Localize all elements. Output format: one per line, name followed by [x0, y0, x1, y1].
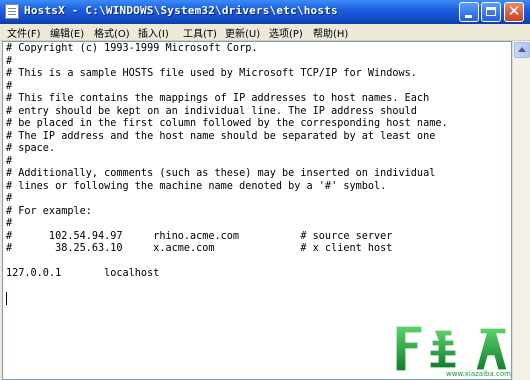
text-line: #: [6, 155, 13, 167]
notepad-icon: [5, 4, 19, 19]
scroll-up-arrow-icon[interactable]: [514, 42, 530, 58]
text-line: # Copyright (c) 1993-1999 Microsoft Corp…: [6, 43, 258, 54]
text-line: # lines or following the machine name de…: [6, 180, 387, 192]
app-window: HostsX - C:\WINDOWS\System32\drivers\etc…: [0, 0, 530, 380]
menu-update[interactable]: 更新(U): [225, 25, 260, 40]
text-caret: [6, 292, 7, 305]
close-button[interactable]: ✕: [504, 2, 524, 22]
minimize-button[interactable]: [459, 2, 479, 22]
text-line: #: [6, 55, 13, 67]
text-line: # 102.54.94.97 rhino.acme.com # source s…: [6, 230, 393, 242]
text-line: # be placed in the first column followed…: [6, 118, 448, 129]
maximize-button[interactable]: [481, 2, 501, 22]
close-icon: ✕: [507, 2, 521, 20]
window-title: HostsX - C:\WINDOWS\System32\drivers\etc…: [24, 4, 338, 17]
text-line: # Additionally, comments (such as these)…: [6, 168, 436, 179]
menu-file[interactable]: 文件(F): [7, 25, 41, 40]
text-line: # entry should be kept on an individual …: [6, 105, 417, 117]
menu-help[interactable]: 帮助(H): [313, 25, 348, 40]
text-line: #: [6, 80, 13, 92]
text-line: 127.0.0.1 localhost: [6, 268, 160, 279]
text-line: # This file contains the mappings of IP …: [6, 93, 430, 104]
menu-format[interactable]: 格式(O): [94, 25, 130, 40]
xiazaiba-logo: www.xiazaiba.com: [395, 325, 511, 378]
menu-insert[interactable]: 插入(I): [138, 25, 169, 40]
menu-edit[interactable]: 编辑(E): [50, 25, 84, 40]
menu-tools[interactable]: 工具(T): [183, 25, 217, 40]
title-bar[interactable]: HostsX - C:\WINDOWS\System32\drivers\etc…: [0, 0, 530, 25]
text-line: # space.: [6, 143, 56, 154]
text-line: # For example:: [6, 205, 92, 217]
menu-options[interactable]: 选项(P): [269, 25, 303, 40]
text-line: # The IP address and the host name shoul…: [6, 130, 436, 142]
text-line: #: [6, 218, 13, 229]
watermark-url: www.xiazaiba.com: [446, 370, 511, 378]
text-line: #: [6, 193, 13, 204]
menu-bar: 文件(F) 编辑(E) 格式(O) 插入(I) 工具(T) 更新(U) 选项(P…: [0, 24, 530, 41]
text-line: # 38.25.63.10 x.acme.com # x client host: [6, 243, 393, 254]
text-line: # This is a sample HOSTS file used by Mi…: [6, 68, 417, 79]
